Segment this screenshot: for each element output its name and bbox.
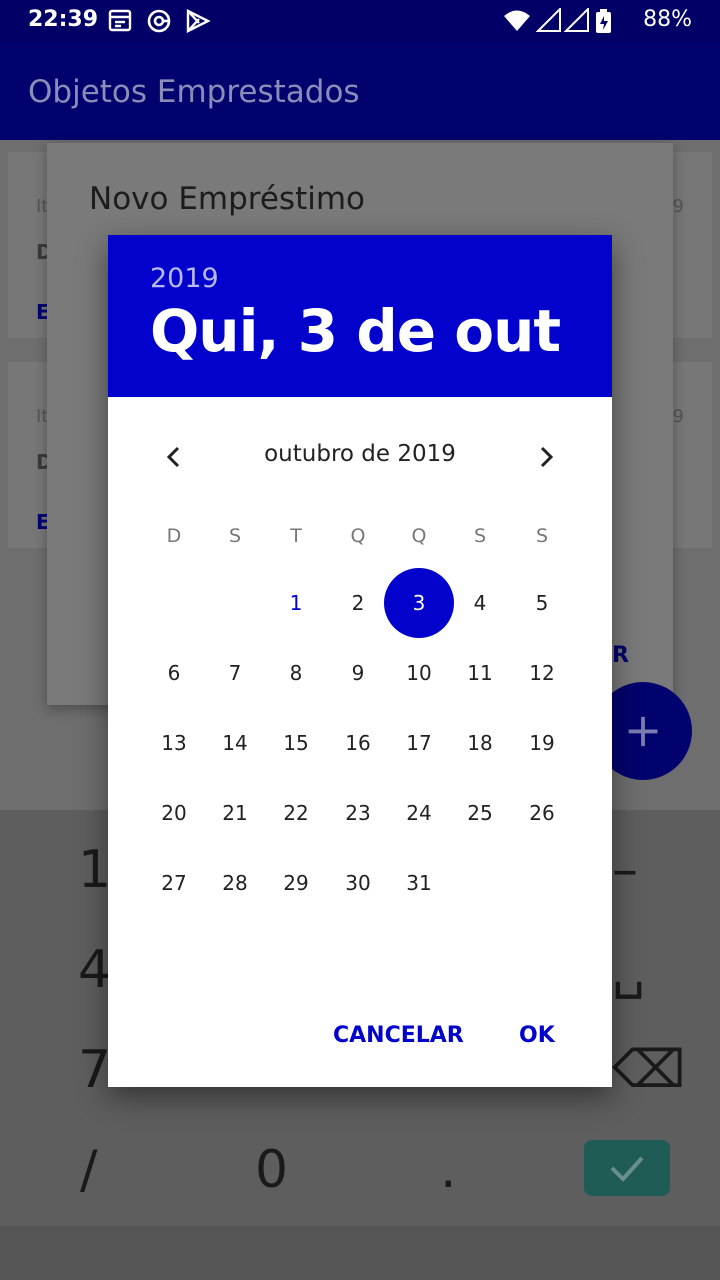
key-period[interactable]: . (440, 1140, 457, 1200)
calendar-day[interactable]: 27 (139, 848, 209, 918)
calendar-day[interactable]: 6 (139, 638, 209, 708)
calendar-day[interactable]: 15 (261, 708, 331, 778)
calendar-day[interactable]: 5 (507, 568, 577, 638)
calendar-day[interactable]: 12 (507, 638, 577, 708)
calendar-day[interactable]: 3 (384, 568, 454, 638)
calendar-day[interactable]: 9 (323, 638, 393, 708)
calendar-day[interactable]: 2 (323, 568, 393, 638)
calendar-day[interactable]: 25 (445, 778, 515, 848)
next-month-button[interactable] (532, 443, 560, 471)
calendar-day[interactable]: 21 (200, 778, 270, 848)
calendar-icon (108, 9, 132, 32)
card-right-text: 9 (672, 196, 684, 217)
navigation-bar (0, 1226, 720, 1280)
app-bar: Objetos Emprestados (0, 42, 720, 140)
weekday-label: D (166, 525, 182, 547)
weekday-label: S (535, 525, 549, 547)
calendar-day[interactable]: 28 (200, 848, 270, 918)
cancel-button[interactable]: CANCELAR (333, 1023, 464, 1048)
weekday-label: Q (411, 525, 427, 547)
status-icons-right (504, 6, 620, 38)
status-bar: 22:39 88% (0, 0, 720, 42)
calendar-day[interactable]: 11 (445, 638, 515, 708)
weekday-label: S (473, 525, 487, 547)
wifi-icon (504, 10, 530, 31)
check-icon (610, 1156, 644, 1182)
calendar-day[interactable]: 4 (445, 568, 515, 638)
calendar-day[interactable]: 29 (261, 848, 331, 918)
key-minus[interactable]: – (612, 840, 638, 900)
calendar-day[interactable]: 1 (261, 568, 331, 638)
app-title: Objetos Emprestados (28, 74, 360, 110)
calendar-day[interactable]: 16 (323, 708, 393, 778)
new-loan-dialog-title: Novo Empréstimo (89, 181, 366, 217)
calendar-day[interactable]: 14 (200, 708, 270, 778)
battery-icon (596, 9, 611, 33)
chevron-right-icon (540, 446, 554, 468)
calendar-day[interactable]: 19 (507, 708, 577, 778)
calendar-day[interactable]: 26 (507, 778, 577, 848)
weekday-label: S (228, 525, 242, 547)
calendar-day[interactable]: 22 (261, 778, 331, 848)
key-space[interactable]: ␣ (612, 940, 645, 1000)
key-7[interactable]: 7 (78, 1040, 111, 1100)
calendar-day[interactable]: 13 (139, 708, 209, 778)
at-icon (147, 9, 171, 33)
selected-date-label: Qui, 3 de out (150, 297, 561, 365)
battery-percentage: 88% (643, 7, 692, 32)
signal-icon (535, 6, 561, 32)
year-selector[interactable]: 2019 (150, 263, 219, 294)
card-right-text: 9 (672, 406, 684, 427)
calendar-day[interactable]: 31 (384, 848, 454, 918)
calendar-day[interactable]: 18 (445, 708, 515, 778)
key-0[interactable]: 0 (255, 1140, 288, 1200)
calendar-day[interactable]: 7 (200, 638, 270, 708)
status-icons-left (108, 8, 218, 38)
calendar-day[interactable]: 23 (323, 778, 393, 848)
calendar-day[interactable]: 17 (384, 708, 454, 778)
status-time: 22:39 (28, 7, 99, 32)
calendar-day[interactable]: 10 (384, 638, 454, 708)
weekday-label: Q (350, 525, 366, 547)
signal-icon-2 (563, 6, 589, 32)
ok-button[interactable]: OK (519, 1023, 555, 1048)
calendar-day[interactable]: 30 (323, 848, 393, 918)
calendar-day[interactable]: 24 (384, 778, 454, 848)
weekday-label: T (290, 525, 302, 547)
calendar-day[interactable]: 20 (139, 778, 209, 848)
key-backspace[interactable]: ⌫ (612, 1040, 686, 1100)
key-slash[interactable]: / (80, 1140, 98, 1200)
key-1[interactable]: 1 (78, 840, 111, 900)
date-picker-header: 2019 Qui, 3 de out (108, 235, 612, 397)
keyboard-done-button[interactable] (584, 1140, 670, 1196)
play-store-icon (186, 9, 211, 33)
date-picker-dialog: 2019 Qui, 3 de out outubro de 2019 DSTQQ… (108, 235, 612, 1087)
key-4[interactable]: 4 (78, 940, 111, 1000)
calendar-day[interactable]: 8 (261, 638, 331, 708)
